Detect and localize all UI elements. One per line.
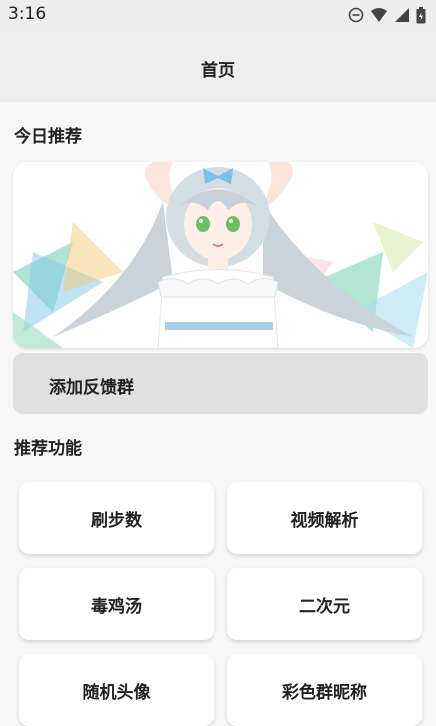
feature-card-random-avatar[interactable]: 随机头像: [19, 654, 214, 726]
feature-label: 毒鸡汤: [91, 596, 142, 617]
status-time: 3:16: [8, 4, 47, 24]
feature-card-poison-soup[interactable]: 毒鸡汤: [19, 568, 214, 640]
feature-label: 视频解析: [290, 510, 359, 531]
feature-card-colorful-nickname[interactable]: 彩色群昵称: [227, 654, 422, 726]
anime-girl-illustration: [13, 162, 428, 348]
section-title-today: 今日推荐: [14, 127, 82, 147]
feature-label: 刷步数: [91, 510, 142, 531]
feature-card-anime[interactable]: 二次元: [227, 568, 422, 640]
add-feedback-group-button[interactable]: 添加反馈群: [13, 353, 428, 414]
feature-card-video-parse[interactable]: 视频解析: [227, 482, 422, 554]
status-icons: [348, 6, 426, 24]
recommend-banner[interactable]: [13, 162, 428, 348]
feature-label: 随机头像: [82, 682, 151, 703]
battery-icon: [416, 6, 426, 23]
app-bar: 首页: [0, 30, 436, 102]
feature-label: 二次元: [299, 596, 350, 617]
signal-icon: [395, 8, 409, 22]
feedback-label: 添加反馈群: [49, 378, 134, 398]
feature-card-step-count[interactable]: 刷步数: [19, 482, 214, 554]
page-title: 首页: [201, 61, 235, 81]
section-title-features: 推荐功能: [14, 439, 82, 459]
wifi-icon: [371, 8, 387, 22]
do-not-disturb-icon: [348, 7, 364, 23]
feature-label: 彩色群昵称: [282, 682, 367, 703]
status-bar: 3:16: [0, 0, 436, 30]
